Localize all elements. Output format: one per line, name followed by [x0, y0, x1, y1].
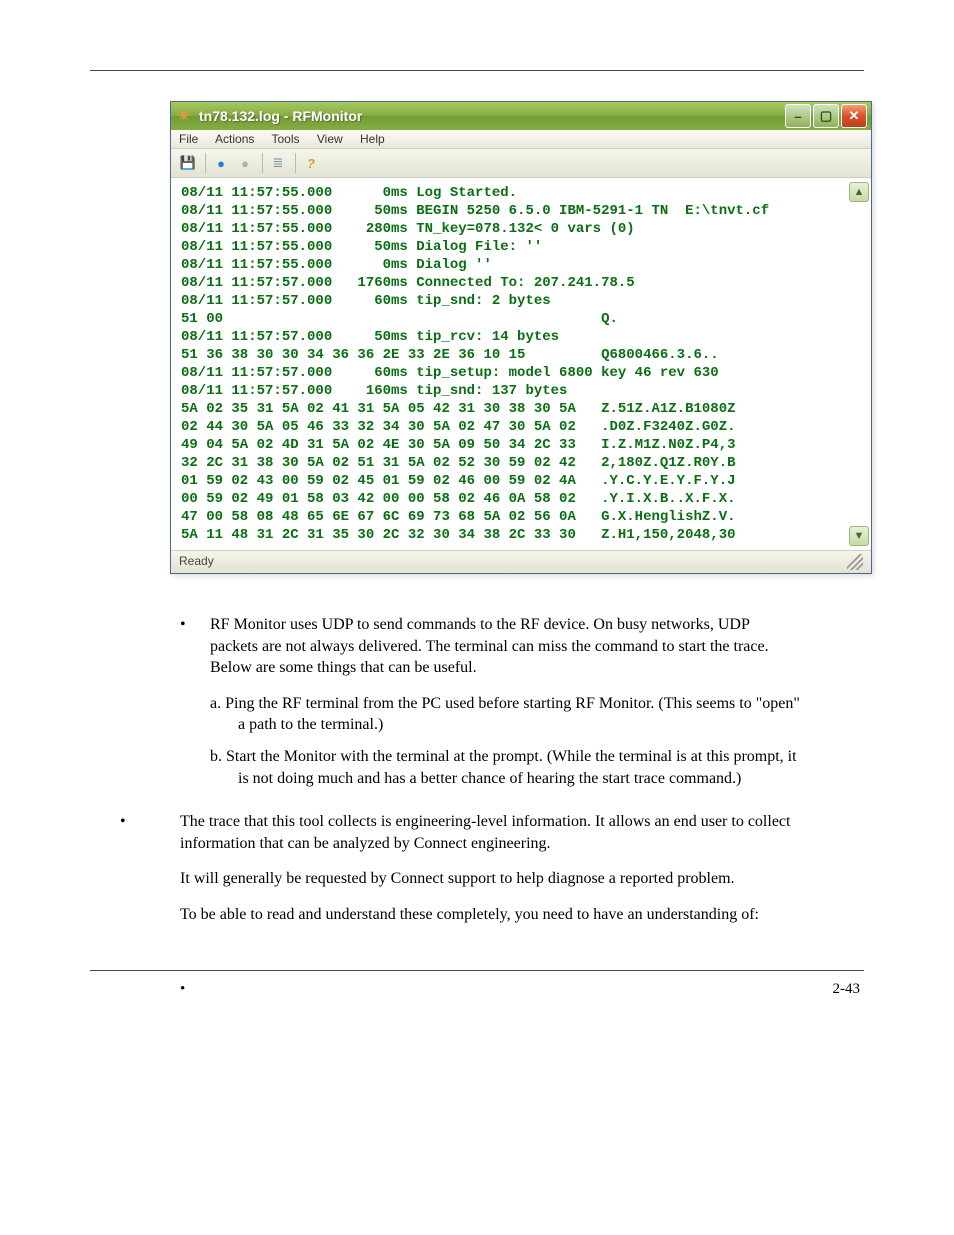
window-title: tn78.132.log - RFMonitor — [199, 108, 783, 124]
menu-view[interactable]: View — [317, 132, 343, 146]
bullet-icon — [120, 811, 150, 939]
save-icon[interactable]: 💾 — [177, 152, 199, 174]
stop-dot-icon[interactable]: ● — [234, 152, 256, 174]
scroll-down-button[interactable]: ▼ — [849, 526, 869, 546]
menu-file[interactable]: File — [179, 132, 198, 146]
minimize-button[interactable]: – — [785, 104, 811, 128]
menu-bar: File Actions Tools View Help — [171, 130, 871, 148]
log-text: 08/11 11:57:55.000 0ms Log Started. 08/1… — [181, 184, 861, 544]
start-dot-icon[interactable]: ● — [210, 152, 232, 174]
list-item-para: It will generally be requested by Connec… — [180, 868, 800, 890]
filter-icon[interactable]: ≣ — [267, 152, 289, 174]
list-item-para: RF Monitor uses UDP to send commands to … — [210, 614, 800, 679]
log-view: ▲ ▼ 08/11 11:57:55.000 0ms Log Started. … — [171, 178, 871, 550]
toolbar: 💾 ● ● ≣ ? — [171, 148, 871, 178]
bullet-icon — [180, 981, 210, 998]
menu-help[interactable]: Help — [360, 132, 385, 146]
close-button[interactable]: ✕ — [841, 104, 867, 128]
list-item: The trace that this tool collects is eng… — [120, 811, 800, 939]
list-item: RF Monitor uses UDP to send commands to … — [180, 614, 800, 803]
rfmonitor-window: ✴ tn78.132.log - RFMonitor – ▢ ✕ File Ac… — [170, 101, 872, 574]
menu-actions[interactable]: Actions — [215, 132, 254, 146]
doc-body: RF Monitor uses UDP to send commands to … — [180, 614, 800, 940]
menu-tools[interactable]: Tools — [272, 132, 300, 146]
help-icon[interactable]: ? — [300, 152, 322, 174]
maximize-button[interactable]: ▢ — [813, 104, 839, 128]
scroll-up-button[interactable]: ▲ — [849, 182, 869, 202]
bullet-icon — [180, 614, 210, 803]
page-footer: 2-43 — [180, 981, 860, 998]
list-item-para: To be able to read and understand these … — [180, 904, 800, 926]
titlebar: ✴ tn78.132.log - RFMonitor – ▢ ✕ — [171, 102, 871, 130]
sub-item-a: a. Ping the RF terminal from the PC used… — [210, 693, 800, 736]
status-bar: Ready — [171, 550, 871, 573]
app-icon: ✴ — [175, 107, 193, 125]
list-item-para: The trace that this tool collects is eng… — [180, 811, 800, 854]
sub-item-b: b. Start the Monitor with the terminal a… — [210, 746, 800, 789]
resize-grip-icon[interactable] — [847, 554, 863, 570]
page-number: 2-43 — [833, 981, 861, 998]
status-text: Ready — [179, 554, 214, 570]
